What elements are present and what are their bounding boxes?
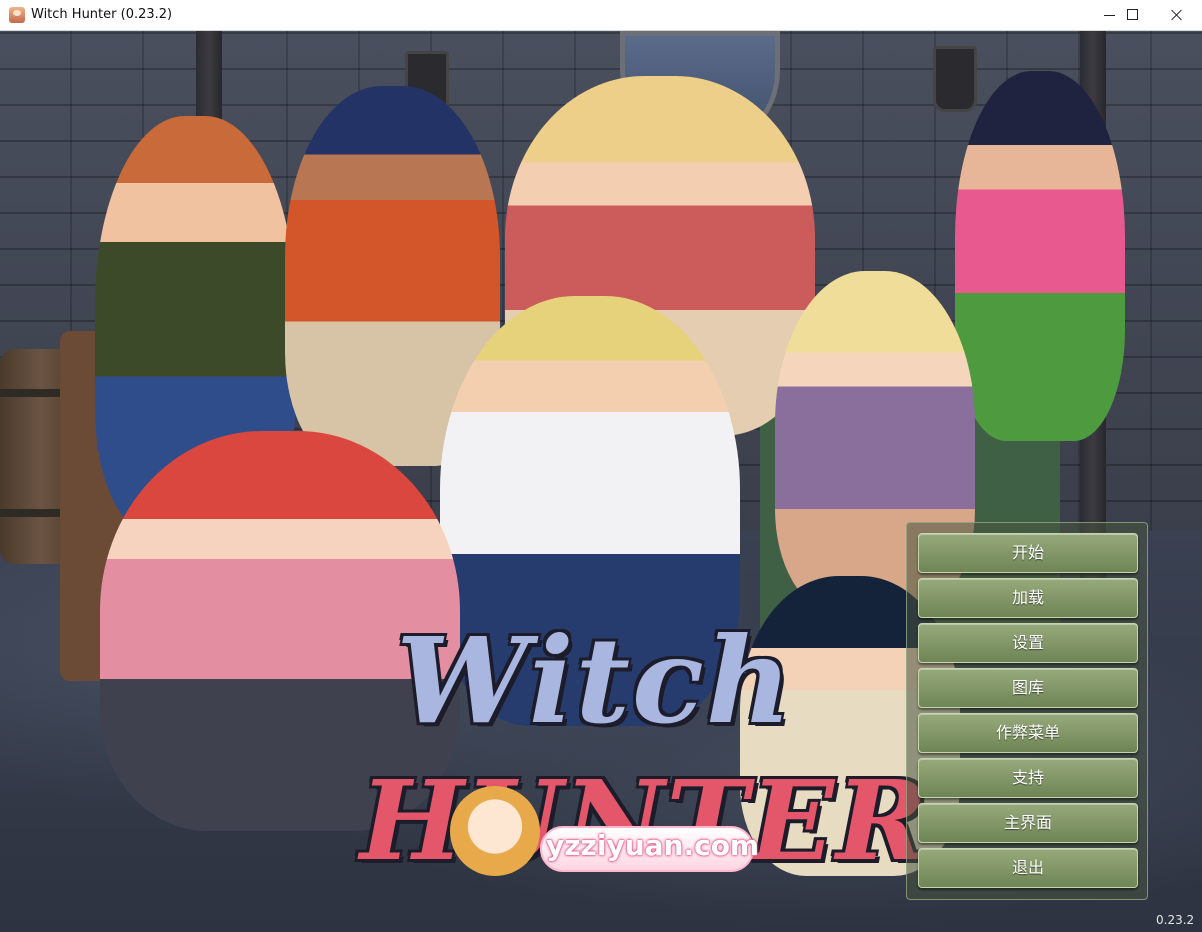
- menu-button-gallery[interactable]: 图库: [918, 668, 1138, 708]
- character-dark-hair-right: [955, 71, 1125, 441]
- menu-button-cheat-menu[interactable]: 作弊菜单: [918, 713, 1138, 753]
- window-title: Witch Hunter (0.23.2): [31, 7, 173, 22]
- watermark: yzziyuan.com: [450, 786, 760, 882]
- menu-button-start[interactable]: 开始: [918, 533, 1138, 573]
- watermark-mascot: [450, 786, 540, 876]
- app-icon: [9, 7, 25, 23]
- menu-button-settings[interactable]: 设置: [918, 623, 1138, 663]
- menu-button-quit[interactable]: 退出: [918, 848, 1138, 888]
- menu-button-load[interactable]: 加载: [918, 578, 1138, 618]
- menu-button-main-menu[interactable]: 主界面: [918, 803, 1138, 843]
- title-bar: Witch Hunter (0.23.2): [0, 0, 1202, 31]
- close-icon[interactable]: [1155, 0, 1201, 30]
- wall-torch: [933, 46, 977, 112]
- maximize-icon[interactable]: [1110, 0, 1156, 30]
- watermark-text: yzziyuan.com: [546, 829, 760, 862]
- logo-witch-text: Witch: [396, 611, 794, 750]
- version-label: 0.23.2: [1156, 913, 1195, 927]
- menu-button-support[interactable]: 支持: [918, 758, 1138, 798]
